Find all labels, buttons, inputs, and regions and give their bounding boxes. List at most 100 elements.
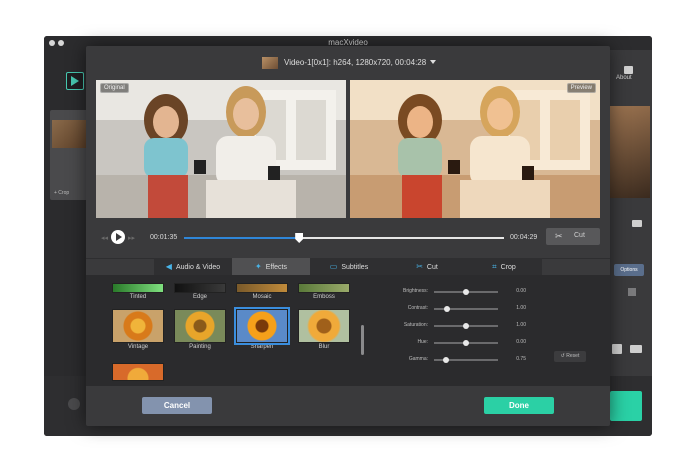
previous-frame-icon[interactable]: ◂◂ bbox=[101, 234, 108, 242]
about-label[interactable]: About bbox=[616, 75, 632, 81]
chevron-down-icon[interactable] bbox=[430, 60, 436, 64]
tab-label: Crop bbox=[500, 264, 516, 271]
minimize-window-button[interactable] bbox=[58, 40, 64, 46]
saturation-label: Saturation: bbox=[403, 322, 428, 328]
effects-scrollbar[interactable] bbox=[361, 325, 364, 355]
slider-knob[interactable] bbox=[463, 323, 469, 329]
contrast-slider[interactable] bbox=[434, 306, 498, 312]
original-label: Original bbox=[100, 83, 129, 93]
tab-audio-video[interactable]: ◀ Audio & Video bbox=[154, 258, 232, 275]
tab-label: Audio & Video bbox=[175, 264, 221, 271]
end-time: 00:04:29 bbox=[510, 234, 538, 241]
slider-knob[interactable] bbox=[463, 289, 469, 295]
clear-icon[interactable] bbox=[68, 398, 80, 410]
effects-panel: Tinted Edge Mosaic Emboss Vintage Painti… bbox=[86, 275, 610, 386]
effect-sharpen[interactable]: Sharpen bbox=[234, 307, 290, 350]
edit-dialog: Video-1[0x1]: h264, 1280x720, 00:04:28 O… bbox=[86, 46, 610, 426]
gamma-slider[interactable] bbox=[434, 357, 498, 363]
video-list-item[interactable] bbox=[50, 110, 88, 200]
effect-thumbnail bbox=[298, 283, 350, 293]
brightness-slider[interactable] bbox=[434, 289, 498, 295]
effect-more[interactable] bbox=[112, 363, 164, 381]
hue-value: 0.00 bbox=[516, 339, 526, 345]
effect-thumbnail bbox=[236, 283, 288, 293]
film-play-icon bbox=[71, 76, 79, 86]
background-preview bbox=[610, 106, 650, 198]
brightness-label: Brightness: bbox=[402, 288, 428, 294]
options-button[interactable]: Options bbox=[614, 264, 644, 276]
crop-link[interactable]: + Crop bbox=[54, 190, 69, 196]
effect-vintage[interactable]: Vintage bbox=[112, 309, 164, 350]
output-folder-icon[interactable] bbox=[630, 345, 642, 353]
effect-label: Sharpen bbox=[250, 344, 274, 350]
preview-video-frame: Preview bbox=[350, 80, 600, 218]
play-icon bbox=[116, 233, 122, 241]
cut-button-label: Cut bbox=[574, 232, 585, 239]
reset-button[interactable]: ↺ Reset bbox=[554, 351, 586, 362]
done-button[interactable]: Done bbox=[484, 397, 554, 414]
timeline-slider[interactable] bbox=[184, 233, 504, 243]
reset-label: Reset bbox=[566, 353, 580, 359]
play-button[interactable] bbox=[111, 230, 125, 244]
effect-label: Painting bbox=[189, 344, 211, 350]
effect-label: Vintage bbox=[127, 344, 149, 350]
tab-cut[interactable]: ✂ Cut bbox=[388, 258, 466, 275]
edit-tabs: ◀ Audio & Video ✦ Effects ▭ Subtitles ✂ Cut … bbox=[154, 258, 542, 275]
run-button[interactable] bbox=[610, 391, 642, 421]
sunflower-thumbnail bbox=[174, 309, 226, 343]
saturation-slider[interactable] bbox=[434, 323, 498, 329]
preview-frame-image bbox=[350, 80, 600, 218]
next-frame-icon[interactable]: ▸▸ bbox=[128, 234, 135, 242]
gamma-value: 0.75 bbox=[516, 356, 526, 362]
slider-knob[interactable] bbox=[443, 306, 450, 312]
tab-label: Subtitles bbox=[341, 264, 369, 271]
info-icon[interactable] bbox=[624, 66, 633, 74]
original-frame-image bbox=[96, 80, 346, 218]
magic-wand-icon: ✦ bbox=[255, 262, 262, 271]
hue-slider[interactable] bbox=[434, 340, 498, 346]
preview-label: Preview bbox=[566, 83, 596, 93]
effect-label: Emboss bbox=[313, 294, 335, 300]
effect-blur[interactable]: Blur bbox=[298, 309, 350, 350]
scissors-icon: ✂ bbox=[416, 262, 423, 271]
close-window-button[interactable] bbox=[49, 40, 55, 46]
effect-label: Blur bbox=[318, 344, 330, 350]
cancel-button[interactable]: Cancel bbox=[142, 397, 212, 414]
effect-tinted[interactable]: Tinted bbox=[112, 283, 164, 300]
speaker-icon: ◀ bbox=[165, 262, 172, 271]
effect-label: Edge bbox=[192, 294, 207, 300]
slider-knob[interactable] bbox=[442, 357, 449, 363]
sunflower-thumbnail bbox=[234, 307, 290, 345]
brightness-value: 0.00 bbox=[516, 288, 526, 294]
timeline-progress bbox=[184, 237, 300, 239]
effect-mosaic[interactable]: Mosaic bbox=[236, 283, 288, 300]
effect-painting[interactable]: Painting bbox=[174, 309, 226, 350]
effect-label: Tinted bbox=[129, 294, 147, 300]
effect-thumbnail bbox=[174, 283, 226, 293]
video-thumbnail bbox=[52, 120, 86, 148]
effect-edge[interactable]: Edge bbox=[174, 283, 226, 300]
video-info-thumbnail bbox=[262, 57, 278, 69]
tab-effects[interactable]: ✦ Effects bbox=[232, 258, 310, 275]
effect-emboss[interactable]: Emboss bbox=[298, 283, 350, 300]
cut-button[interactable]: ✂ Cut bbox=[546, 228, 600, 245]
video-selector[interactable]: Video-1[0x1]: h264, 1280x720, 00:04:28 bbox=[284, 56, 426, 70]
adjustments-panel: Brightness: 0.00 Contrast: 1.00 Saturati… bbox=[382, 275, 610, 386]
background-right-panel: About Options bbox=[610, 50, 652, 376]
dropdown-icon[interactable] bbox=[628, 288, 636, 296]
sunflower-thumbnail bbox=[112, 309, 164, 343]
tab-crop[interactable]: ⌗ Crop bbox=[466, 258, 542, 275]
timeline-playhead[interactable] bbox=[295, 233, 304, 243]
effects-list: Tinted Edge Mosaic Emboss Vintage Painti… bbox=[106, 275, 368, 386]
export-icon[interactable] bbox=[612, 344, 622, 354]
scissors-icon: ✂ bbox=[555, 231, 563, 241]
original-video-frame: Original bbox=[96, 80, 346, 218]
sunflower-thumbnail bbox=[298, 309, 350, 343]
tab-subtitles[interactable]: ▭ Subtitles bbox=[310, 258, 388, 275]
folder-icon[interactable] bbox=[632, 220, 642, 227]
tab-label: Effects bbox=[265, 264, 287, 271]
effect-thumbnail bbox=[112, 283, 164, 293]
subtitles-icon: ▭ bbox=[329, 262, 338, 271]
slider-knob[interactable] bbox=[463, 340, 469, 346]
hue-label: Hue: bbox=[417, 339, 428, 345]
